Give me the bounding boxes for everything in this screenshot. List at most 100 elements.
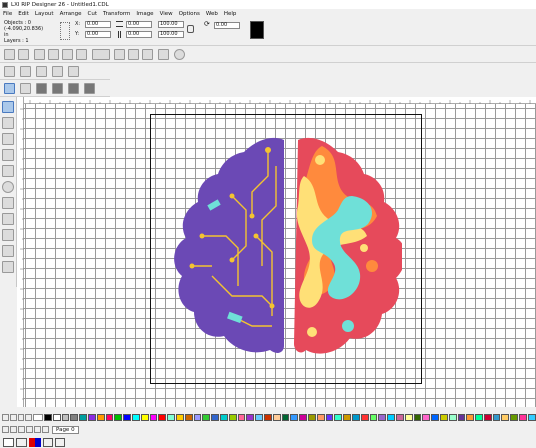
menu-help[interactable]: Help — [224, 11, 237, 17]
prev-page-button[interactable] — [10, 426, 17, 433]
reference-point-grid[interactable] — [60, 22, 70, 40]
color-swatch[interactable] — [228, 413, 237, 421]
color-swatch[interactable] — [96, 413, 105, 421]
color-swatch[interactable] — [246, 413, 255, 421]
polygon-tool-icon[interactable] — [2, 197, 14, 209]
color-swatch[interactable] — [114, 413, 123, 421]
height-field[interactable]: 0.00 — [126, 31, 152, 38]
color-swatch[interactable] — [140, 413, 149, 421]
cut-icon[interactable] — [114, 49, 125, 60]
import-icon[interactable] — [62, 49, 73, 60]
color-swatch[interactable] — [79, 413, 88, 421]
color-swatch[interactable] — [307, 413, 316, 421]
send-to-cutter-icon[interactable] — [158, 49, 169, 60]
add-page-button[interactable] — [34, 426, 41, 433]
outline-swatch-icon[interactable] — [16, 438, 27, 447]
palette-prev-button[interactable] — [9, 413, 17, 421]
menu-web[interactable]: Web — [206, 11, 218, 17]
color-swatch[interactable] — [431, 413, 439, 421]
color-mode-icon[interactable] — [29, 438, 41, 447]
color-swatch[interactable] — [483, 413, 492, 421]
color-swatch[interactable] — [105, 413, 114, 421]
color-swatch[interactable] — [219, 413, 228, 421]
delete-page-button[interactable] — [42, 426, 49, 433]
color-swatch[interactable] — [281, 413, 290, 421]
color-swatch[interactable] — [387, 413, 395, 421]
menu-layout[interactable]: Layout — [35, 11, 54, 17]
y-position-field[interactable]: 0.00 — [85, 31, 111, 38]
shape-tool-icon[interactable] — [2, 165, 14, 177]
ellipse-tool-icon[interactable] — [2, 181, 14, 193]
color-swatch[interactable] — [61, 413, 70, 421]
palette-next-button[interactable] — [17, 413, 25, 421]
group-icon[interactable] — [36, 66, 47, 77]
color-swatch[interactable] — [184, 413, 193, 421]
color-swatch[interactable] — [263, 413, 272, 421]
new-document-icon[interactable] — [4, 49, 15, 60]
text-tool-icon[interactable] — [2, 149, 14, 161]
menu-file[interactable]: File — [3, 11, 12, 17]
color-swatch[interactable] — [378, 413, 387, 421]
color-swatch[interactable] — [158, 413, 167, 421]
pen-tool-icon[interactable] — [2, 133, 14, 145]
eye-icon[interactable] — [20, 83, 31, 94]
menu-image[interactable]: Image — [136, 11, 153, 17]
color-swatch[interactable] — [202, 413, 211, 421]
x-position-field[interactable]: 0.00 — [85, 21, 111, 28]
grid-view-icon[interactable] — [68, 83, 79, 94]
layer-up-icon[interactable] — [52, 66, 63, 77]
angle-field[interactable]: 0.00 — [214, 22, 240, 29]
menu-transform[interactable]: Transform — [103, 11, 130, 17]
color-swatch[interactable] — [132, 413, 140, 421]
brain-artwork[interactable] — [172, 136, 402, 362]
node-tool-icon[interactable] — [2, 117, 14, 129]
scale-y-field[interactable]: 100.00 — [158, 31, 184, 38]
menu-arrange[interactable]: Arrange — [60, 11, 82, 17]
snap-toggle-icon[interactable] — [43, 438, 53, 447]
color-swatch[interactable] — [316, 413, 325, 421]
save-as-icon[interactable] — [48, 49, 59, 60]
first-page-button[interactable] — [2, 426, 9, 433]
color-swatch[interactable] — [149, 413, 158, 421]
copy-icon[interactable] — [128, 49, 139, 60]
color-swatch[interactable] — [343, 413, 351, 421]
weld-icon[interactable] — [92, 49, 110, 60]
color-swatch[interactable] — [123, 413, 132, 421]
grid-toggle-icon[interactable] — [55, 438, 65, 447]
color-swatch[interactable] — [466, 413, 475, 421]
scale-x-field[interactable]: 100.00 — [158, 21, 184, 28]
layout-view-icon[interactable] — [84, 83, 95, 94]
color-swatch[interactable] — [167, 413, 175, 421]
lock-ratio-icon[interactable] — [187, 25, 194, 33]
open-document-icon[interactable] — [18, 49, 29, 60]
color-swatch[interactable] — [351, 413, 360, 421]
knife-tool-icon[interactable] — [2, 261, 14, 273]
paste-icon[interactable] — [142, 49, 153, 60]
menu-options[interactable]: Options — [179, 11, 200, 17]
color-swatch[interactable] — [193, 413, 202, 421]
color-swatch[interactable] — [413, 413, 422, 421]
palette-first-button[interactable] — [2, 413, 9, 421]
pattern-icon[interactable] — [52, 83, 63, 94]
color-swatch[interactable] — [290, 413, 299, 421]
color-swatch[interactable] — [475, 413, 483, 421]
color-swatch[interactable] — [299, 413, 307, 421]
color-swatch[interactable] — [395, 413, 404, 421]
page-tab[interactable]: Page 0 — [52, 425, 79, 434]
no-color-swatch[interactable] — [33, 413, 44, 421]
color-swatch[interactable] — [422, 413, 431, 421]
eraser-tool-icon[interactable] — [2, 245, 14, 257]
color-swatch[interactable] — [492, 413, 501, 421]
pointer-tool-icon[interactable] — [2, 101, 14, 113]
color-swatch[interactable] — [334, 413, 343, 421]
node-edit-icon[interactable] — [36, 83, 47, 94]
color-swatch[interactable] — [360, 413, 369, 421]
fill-tool-icon[interactable] — [2, 229, 14, 241]
layer-down-icon[interactable] — [68, 66, 79, 77]
save-icon[interactable] — [34, 49, 45, 60]
palette-last-button[interactable] — [25, 413, 33, 421]
color-swatch[interactable] — [448, 413, 457, 421]
color-swatch[interactable] — [70, 413, 79, 421]
color-swatch[interactable] — [255, 413, 263, 421]
color-swatch[interactable] — [52, 413, 61, 421]
